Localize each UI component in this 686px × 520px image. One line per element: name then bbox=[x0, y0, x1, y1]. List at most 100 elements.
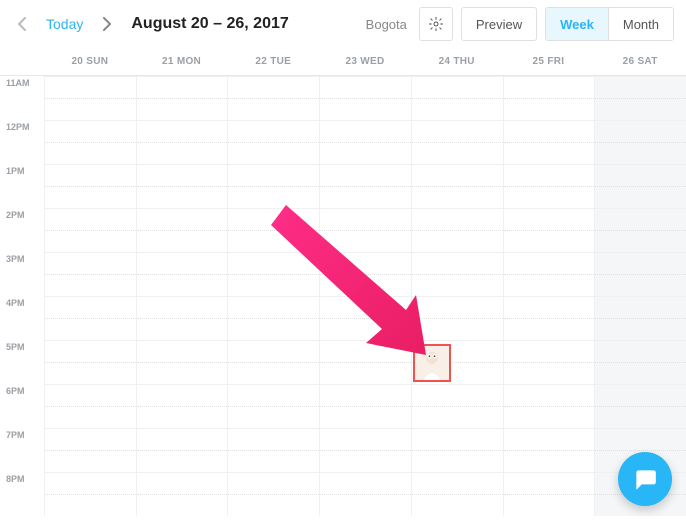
grid-cell[interactable] bbox=[136, 76, 228, 120]
day-header-cell: 26 SAT bbox=[594, 48, 686, 75]
hour-row: 8PM bbox=[0, 472, 686, 516]
time-label: 3PM bbox=[0, 252, 44, 296]
grid-cell[interactable] bbox=[227, 76, 319, 120]
grid-cell[interactable] bbox=[136, 296, 228, 340]
hour-row: 2PM bbox=[0, 208, 686, 252]
day-header-cell: 20 SUN bbox=[44, 48, 136, 75]
gear-icon bbox=[428, 16, 444, 32]
grid-cell[interactable] bbox=[44, 340, 136, 384]
grid-cell[interactable] bbox=[44, 384, 136, 428]
day-header-cell: 24 THU bbox=[411, 48, 503, 75]
grid-cell[interactable] bbox=[227, 428, 319, 472]
grid-cell[interactable] bbox=[503, 428, 595, 472]
grid-cell[interactable] bbox=[319, 252, 411, 296]
calendar-grid[interactable]: 11AM12PM1PM2PM3PM4PM5PM6PM7PM8PM bbox=[0, 76, 686, 520]
grid-cell[interactable] bbox=[227, 164, 319, 208]
grid-cell[interactable] bbox=[411, 384, 503, 428]
grid-cell[interactable] bbox=[227, 120, 319, 164]
week-view-button[interactable]: Week bbox=[546, 8, 608, 40]
grid-cell[interactable] bbox=[594, 76, 686, 120]
grid-cell[interactable] bbox=[594, 296, 686, 340]
grid-cell[interactable] bbox=[319, 120, 411, 164]
grid-cell[interactable] bbox=[136, 472, 228, 516]
grid-cell[interactable] bbox=[411, 252, 503, 296]
grid-cell[interactable] bbox=[411, 296, 503, 340]
grid-cell[interactable] bbox=[227, 340, 319, 384]
month-view-button[interactable]: Month bbox=[608, 8, 673, 40]
grid-cell[interactable] bbox=[411, 428, 503, 472]
grid-cell[interactable] bbox=[319, 76, 411, 120]
grid-cell[interactable] bbox=[411, 208, 503, 252]
chat-icon bbox=[632, 466, 658, 492]
grid-cell[interactable] bbox=[136, 208, 228, 252]
grid-cell[interactable] bbox=[136, 428, 228, 472]
grid-cell[interactable] bbox=[594, 164, 686, 208]
timezone-label[interactable]: Bogota bbox=[366, 17, 407, 32]
grid-cell[interactable] bbox=[44, 164, 136, 208]
grid-cell[interactable] bbox=[44, 428, 136, 472]
grid-cell[interactable] bbox=[319, 428, 411, 472]
time-label: 11AM bbox=[0, 76, 44, 120]
grid-cell[interactable] bbox=[503, 208, 595, 252]
time-label: 2PM bbox=[0, 208, 44, 252]
grid-cell[interactable] bbox=[319, 164, 411, 208]
grid-cell[interactable] bbox=[594, 252, 686, 296]
hour-row: 11AM bbox=[0, 76, 686, 120]
time-label: 12PM bbox=[0, 120, 44, 164]
grid-cell[interactable] bbox=[319, 296, 411, 340]
grid-cell[interactable] bbox=[319, 472, 411, 516]
grid-cell[interactable] bbox=[594, 340, 686, 384]
grid-cell[interactable] bbox=[44, 296, 136, 340]
grid-cell[interactable] bbox=[44, 208, 136, 252]
grid-cell[interactable] bbox=[503, 340, 595, 384]
hour-row: 7PM bbox=[0, 428, 686, 472]
grid-cell[interactable] bbox=[503, 252, 595, 296]
grid-cell[interactable] bbox=[411, 120, 503, 164]
grid-cell[interactable] bbox=[227, 472, 319, 516]
grid-cell[interactable] bbox=[411, 76, 503, 120]
preview-button[interactable]: Preview bbox=[461, 7, 537, 41]
grid-cell[interactable] bbox=[136, 120, 228, 164]
grid-cell[interactable] bbox=[319, 384, 411, 428]
time-label: 1PM bbox=[0, 164, 44, 208]
settings-button[interactable] bbox=[419, 7, 453, 41]
time-label: 4PM bbox=[0, 296, 44, 340]
grid-cell[interactable] bbox=[227, 384, 319, 428]
day-header-cell: 25 FRI bbox=[503, 48, 595, 75]
grid-cell[interactable] bbox=[594, 208, 686, 252]
grid-cell[interactable] bbox=[136, 164, 228, 208]
today-button[interactable]: Today bbox=[40, 16, 89, 32]
day-header-cell: 21 MON bbox=[136, 48, 228, 75]
grid-cell[interactable] bbox=[411, 164, 503, 208]
grid-cell[interactable] bbox=[136, 384, 228, 428]
chat-button[interactable] bbox=[618, 452, 672, 506]
grid-cell[interactable] bbox=[227, 252, 319, 296]
grid-cell[interactable] bbox=[44, 120, 136, 164]
grid-cell[interactable] bbox=[594, 120, 686, 164]
grid-cell[interactable] bbox=[594, 384, 686, 428]
grid-cell[interactable] bbox=[227, 296, 319, 340]
grid-cell[interactable] bbox=[411, 472, 503, 516]
date-range-title: August 20 – 26, 2017 bbox=[131, 15, 288, 33]
grid-cell[interactable] bbox=[227, 208, 319, 252]
grid-cell[interactable] bbox=[44, 472, 136, 516]
grid-cell[interactable] bbox=[136, 340, 228, 384]
grid-cell[interactable] bbox=[136, 252, 228, 296]
calendar-event[interactable] bbox=[413, 344, 451, 382]
grid-cell[interactable] bbox=[319, 340, 411, 384]
grid-cell[interactable] bbox=[503, 120, 595, 164]
prev-week-button[interactable] bbox=[12, 14, 32, 34]
day-header-row: 20 SUN21 MON22 TUE23 WED24 THU25 FRI26 S… bbox=[0, 48, 686, 76]
grid-cell[interactable] bbox=[503, 76, 595, 120]
grid-cell[interactable] bbox=[319, 208, 411, 252]
day-header-cell: 23 WED bbox=[319, 48, 411, 75]
grid-cell[interactable] bbox=[503, 164, 595, 208]
next-week-button[interactable] bbox=[97, 14, 117, 34]
grid-cell[interactable] bbox=[503, 296, 595, 340]
grid-cell[interactable] bbox=[44, 76, 136, 120]
grid-cell[interactable] bbox=[503, 384, 595, 428]
grid-cell[interactable] bbox=[44, 252, 136, 296]
grid-cell[interactable] bbox=[503, 472, 595, 516]
time-label: 6PM bbox=[0, 384, 44, 428]
chevron-right-icon bbox=[103, 17, 111, 31]
